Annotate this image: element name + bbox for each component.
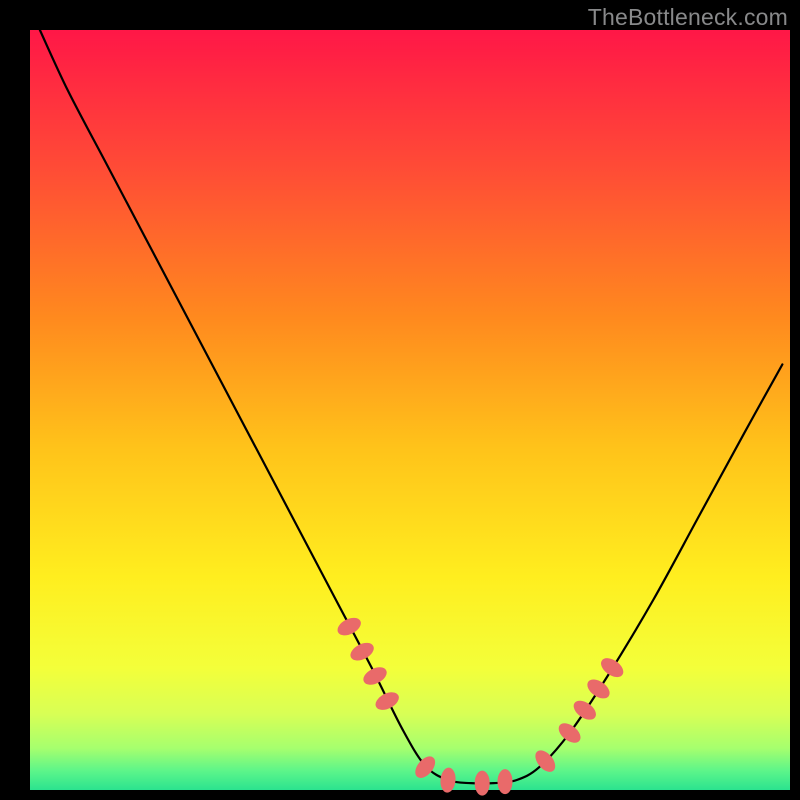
highlight-dot	[475, 771, 489, 795]
plot-background	[30, 30, 790, 790]
highlight-dot	[498, 770, 512, 794]
chart-frame: TheBottleneck.com	[0, 0, 800, 800]
bottleneck-chart	[0, 0, 800, 800]
watermark-text: TheBottleneck.com	[588, 4, 788, 31]
